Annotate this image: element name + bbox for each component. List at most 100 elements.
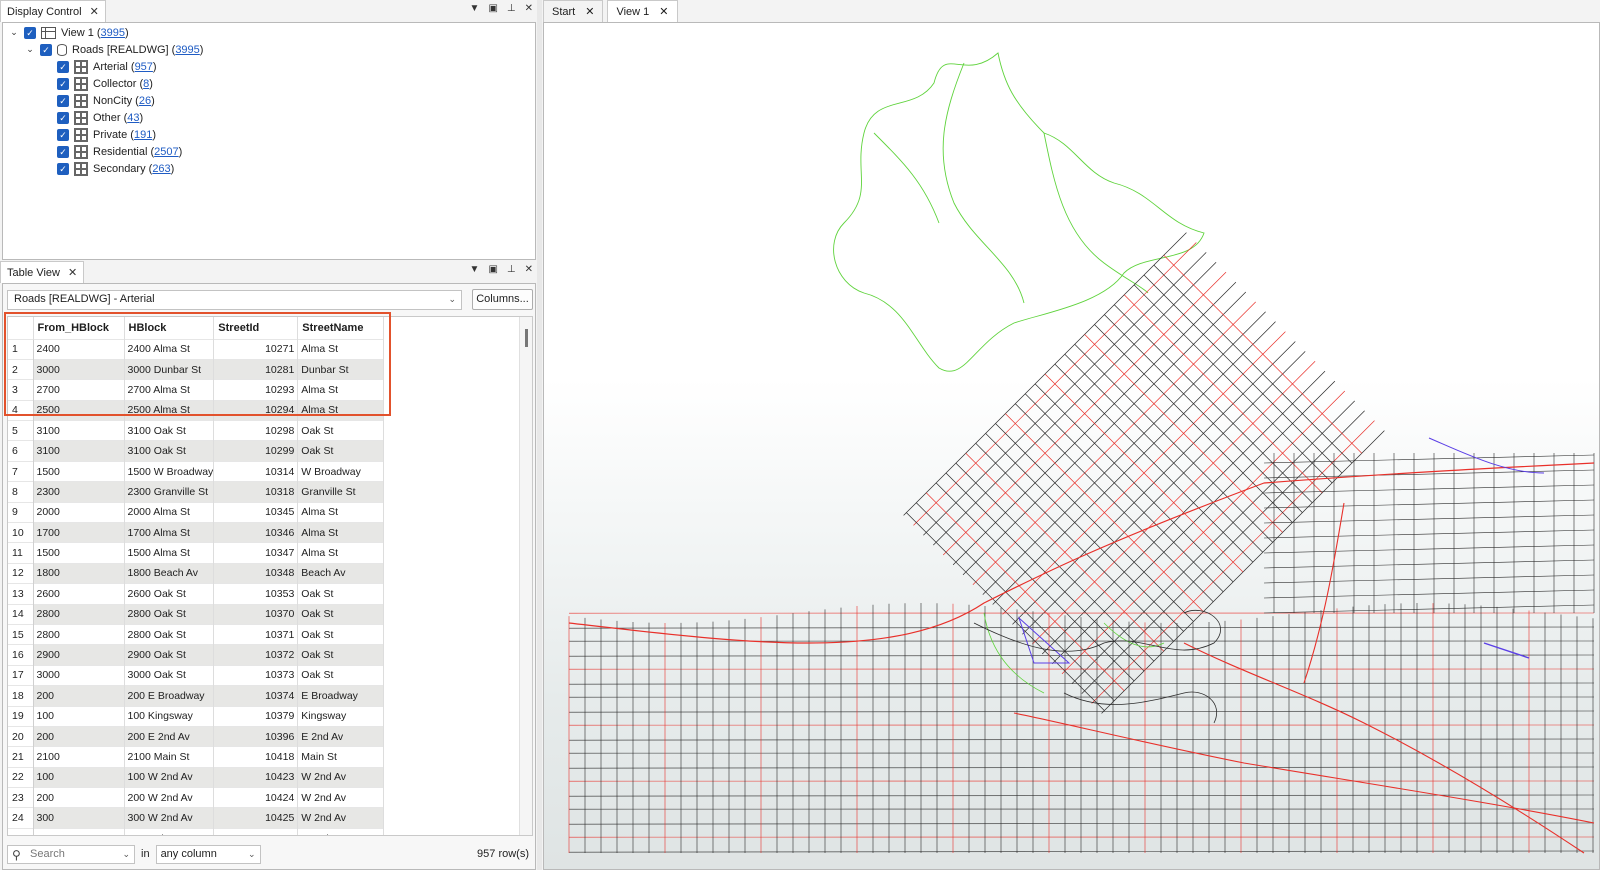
table-cell: Oak St bbox=[297, 583, 385, 605]
tree-item-layer[interactable]: ✓ NonCity (26) bbox=[57, 92, 155, 109]
table-cell: 10418 bbox=[213, 746, 299, 768]
table-row[interactable]: 8 2300 2300 Granville St 10318 Granville St bbox=[8, 481, 385, 503]
table-cell: Alma St bbox=[297, 501, 385, 523]
tree-item-roads[interactable]: ⌄ ✓ Roads [REALDWG] (3995) bbox=[25, 41, 203, 58]
close-icon[interactable]: ✕ bbox=[90, 5, 99, 18]
table-row[interactable]: 11 1500 1500 Alma St 10347 Alma St bbox=[8, 542, 385, 564]
map-view[interactable] bbox=[543, 22, 1600, 870]
layer-select[interactable]: Roads [REALDWG] - Arterial ⌄ bbox=[7, 290, 462, 310]
row-number: 14 bbox=[8, 603, 34, 625]
table-row[interactable]: 23 200 200 W 2nd Av 10424 W 2nd Av bbox=[8, 787, 385, 808]
float-icon[interactable]: ▣ bbox=[488, 3, 497, 14]
table-row[interactable]: 10 1700 1700 Alma St 10346 Alma St bbox=[8, 522, 385, 543]
table-row[interactable]: 18 200 200 E Broadway 10374 E Broadway bbox=[8, 685, 385, 707]
count-link[interactable]: 3995 bbox=[175, 44, 199, 56]
table-row[interactable]: 14 2800 2800 Oak St 10370 Oak St bbox=[8, 603, 385, 625]
table-cell: 2800 Oak St bbox=[124, 603, 215, 625]
close-icon[interactable]: ✕ bbox=[525, 264, 533, 275]
checkbox[interactable]: ✓ bbox=[57, 128, 69, 141]
table-row[interactable]: 20 200 200 E 2nd Av 10396 E 2nd Av bbox=[8, 725, 385, 747]
scroll-thumb[interactable] bbox=[525, 329, 528, 347]
tree-item-layer[interactable]: ✓ Private (191) bbox=[57, 126, 156, 143]
search-input[interactable]: ⚲ Search ⌄ bbox=[7, 844, 135, 864]
table-row[interactable]: 15 2800 2800 Oak St 10371 Oak St bbox=[8, 623, 385, 645]
close-icon[interactable]: ✕ bbox=[585, 5, 594, 18]
table-row[interactable]: 24 300 300 W 2nd Av 10425 W 2nd Av bbox=[8, 807, 385, 829]
pin-icon[interactable]: ⊥ bbox=[507, 3, 516, 14]
checkbox[interactable]: ✓ bbox=[57, 162, 69, 175]
checkbox[interactable]: ✓ bbox=[57, 77, 69, 90]
column-header[interactable]: StreetName bbox=[297, 317, 385, 339]
checkbox[interactable]: ✓ bbox=[57, 60, 69, 73]
checkbox[interactable]: ✓ bbox=[57, 145, 69, 158]
attribute-grid[interactable]: From_HBlock HBlock StreetId StreetName 1 240… bbox=[7, 316, 533, 836]
table-row[interactable]: 9 2000 2000 Alma St 10345 Alma St bbox=[8, 501, 385, 523]
column-header[interactable]: HBlock bbox=[124, 317, 215, 339]
tree-item-layer[interactable]: ✓ Residential (2507) bbox=[57, 143, 182, 160]
count-link[interactable]: 3995 bbox=[101, 27, 125, 39]
table-view-tab[interactable]: Table View ✕ bbox=[0, 261, 85, 283]
display-control-tab[interactable]: Display Control ✕ bbox=[0, 0, 106, 22]
close-icon[interactable]: ✕ bbox=[525, 3, 533, 14]
tree-item-view1[interactable]: ⌄ ✓ View 1 (3995) bbox=[9, 24, 129, 41]
chevron-down-icon[interactable]: ⌄ bbox=[25, 44, 35, 55]
tab-view1[interactable]: View 1 ✕ bbox=[607, 0, 678, 22]
column-header[interactable]: From_HBlock bbox=[33, 317, 125, 339]
table-row[interactable]: 13 2600 2600 Oak St 10353 Oak St bbox=[8, 583, 385, 605]
chevron-down-icon[interactable]: ⌄ bbox=[9, 27, 19, 38]
count-link[interactable]: 2507 bbox=[154, 146, 178, 158]
count-link[interactable]: 957 bbox=[135, 61, 153, 73]
tree-item-layer[interactable]: ✓ Secondary (263) bbox=[57, 160, 174, 177]
table-row[interactable]: 2 3000 3000 Dunbar St 10281 Dunbar St bbox=[8, 358, 385, 380]
other-road bbox=[1017, 616, 1071, 664]
table-row[interactable]: 2500 E 2nd Av10427E 2nd Av bbox=[8, 827, 385, 835]
east-street bbox=[1263, 589, 1595, 599]
tree-item-suffix: ) bbox=[178, 145, 183, 158]
table-row[interactable]: 22 100 100 W 2nd Av 10423 W 2nd Av bbox=[8, 766, 385, 788]
table-row[interactable]: 4 2500 2500 Alma St 10294 Alma St bbox=[8, 399, 385, 421]
table-row[interactable]: 5 3100 3100 Oak St 10298 Oak St bbox=[8, 420, 385, 441]
table-row[interactable]: 19 100 100 Kingsway 10379 Kingsway bbox=[8, 705, 385, 727]
road-map[interactable] bbox=[544, 23, 1600, 870]
display-control-tree: ⌄ ✓ View 1 (3995) ⌄ ✓ Roads [REALDWG] (3… bbox=[2, 22, 536, 260]
columns-button[interactable]: Columns... bbox=[472, 289, 533, 310]
close-icon[interactable]: ✕ bbox=[68, 266, 77, 279]
count-link[interactable]: 43 bbox=[127, 112, 139, 124]
count-link[interactable]: 191 bbox=[134, 129, 152, 141]
table-row[interactable]: 1 2400 2400 Alma St 10271 Alma St bbox=[8, 338, 385, 360]
table-row[interactable]: 16 2900 2900 Oak St 10372 Oak St bbox=[8, 644, 385, 666]
checkbox[interactable]: ✓ bbox=[24, 26, 36, 39]
count-link[interactable]: 26 bbox=[139, 95, 151, 107]
search-bar: ⚲ Search ⌄ in any column ⌄ 957 row(s) bbox=[7, 842, 533, 866]
tree-item-layer[interactable]: ✓ Other (43) bbox=[57, 109, 143, 126]
checkbox[interactable]: ✓ bbox=[40, 43, 52, 56]
tree-item-layer[interactable]: ✓ Arterial (957) bbox=[57, 58, 157, 75]
tree-item-layer[interactable]: ✓ Collector (8) bbox=[57, 75, 153, 92]
chevron-down-icon[interactable]: ⌄ bbox=[122, 846, 130, 863]
table-row[interactable]: 7 1500 1500 W Broadway 10314 W Broadway bbox=[8, 460, 385, 482]
table-cell: Alma St bbox=[297, 399, 385, 421]
table-row[interactable]: 17 3000 3000 Oak St 10373 Oak St bbox=[8, 664, 385, 686]
table-row[interactable]: 6 3100 3100 Oak St 10299 Oak St bbox=[8, 440, 385, 462]
table-row[interactable]: 21 2100 2100 Main St 10418 Main St bbox=[8, 746, 385, 768]
tab-start[interactable]: Start ✕ bbox=[543, 0, 604, 22]
splitter[interactable] bbox=[537, 0, 542, 870]
column-header[interactable]: StreetId bbox=[213, 317, 299, 339]
table-cell: 10371 bbox=[213, 623, 299, 645]
count-link[interactable]: 263 bbox=[152, 163, 170, 175]
row-number: 3 bbox=[8, 379, 34, 401]
checkbox[interactable]: ✓ bbox=[57, 94, 69, 107]
table-cell: E Broadway bbox=[297, 685, 385, 707]
pin-icon[interactable]: ⊥ bbox=[507, 264, 516, 275]
float-icon[interactable]: ▣ bbox=[488, 264, 497, 275]
table-row[interactable]: 3 2700 2700 Alma St 10293 Alma St bbox=[8, 379, 385, 401]
table-cell: 1800 Beach Av bbox=[124, 562, 215, 584]
close-icon[interactable]: ✕ bbox=[659, 5, 668, 18]
checkbox[interactable]: ✓ bbox=[57, 111, 69, 124]
vertical-scrollbar[interactable] bbox=[519, 317, 532, 835]
table-row[interactable]: 12 1800 1800 Beach Av 10348 Beach Av bbox=[8, 562, 385, 584]
row-count: 957 row(s) bbox=[477, 848, 529, 860]
dropdown-icon[interactable]: ▼ bbox=[470, 264, 480, 275]
column-scope-select[interactable]: any column ⌄ bbox=[155, 844, 261, 864]
dropdown-icon[interactable]: ▼ bbox=[470, 3, 480, 14]
